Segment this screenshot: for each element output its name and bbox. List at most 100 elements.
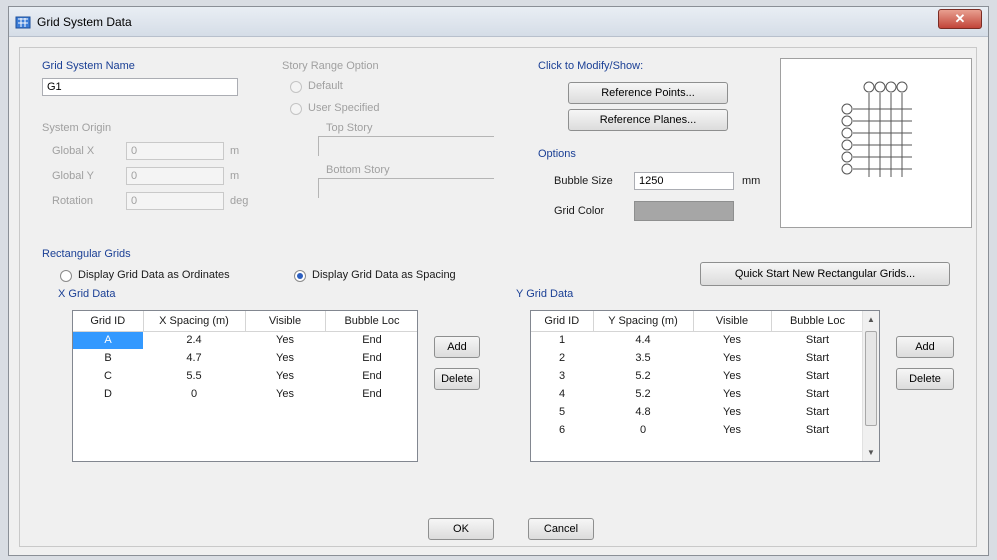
table-cell[interactable]: Yes — [245, 385, 325, 403]
table-cell[interactable]: D — [73, 385, 143, 403]
table-cell[interactable]: Yes — [693, 367, 771, 385]
table-cell[interactable]: Start — [771, 331, 864, 349]
table-cell[interactable]: Yes — [245, 367, 325, 385]
table-cell[interactable]: Start — [771, 367, 864, 385]
y-grid-add-button[interactable]: Add — [896, 336, 954, 358]
table-row[interactable]: 4 5.2 Yes Start — [531, 385, 864, 403]
table-cell[interactable]: End — [325, 349, 417, 367]
display-spacing-label: Display Grid Data as Spacing — [312, 269, 456, 281]
cancel-button[interactable]: Cancel — [528, 518, 594, 540]
table-cell[interactable]: 2 — [531, 349, 593, 367]
story-range-default-radio[interactable] — [290, 81, 302, 93]
table-cell[interactable]: Yes — [245, 331, 325, 349]
table-row[interactable]: 3 5.2 Yes Start — [531, 367, 864, 385]
table-row[interactable]: 2 3.5 Yes Start — [531, 349, 864, 367]
y-grid-table[interactable]: Grid ID Y Spacing (m) Visible Bubble Loc 14… — [530, 310, 880, 462]
table-cell[interactable]: Yes — [693, 349, 771, 367]
x-grid-delete-button[interactable]: Delete — [434, 368, 480, 390]
table-row[interactable]: 6 0 Yes Start — [531, 421, 864, 439]
table-cell[interactable]: End — [325, 331, 417, 349]
rotation-unit: deg — [230, 195, 249, 207]
table-cell[interactable]: 4 — [531, 385, 593, 403]
global-x-input[interactable] — [126, 142, 224, 160]
bubble-size-input[interactable] — [634, 172, 734, 190]
y-grid-scrollbar[interactable]: ▲ ▼ — [862, 311, 879, 461]
table-cell[interactable]: 5.2 — [593, 367, 693, 385]
table-cell[interactable]: Yes — [245, 349, 325, 367]
table-cell[interactable]: 2.4 — [143, 331, 245, 349]
table-cell[interactable]: 5 — [531, 403, 593, 421]
table-cell[interactable]: 6 — [531, 421, 593, 439]
table-cell[interactable]: Yes — [693, 385, 771, 403]
table-row[interactable]: 5 4.8 Yes Start — [531, 403, 864, 421]
table-cell[interactable]: 0 — [143, 385, 245, 403]
options-label: Options — [538, 148, 576, 160]
table-cell[interactable]: Start — [771, 385, 864, 403]
column-header[interactable]: Y Spacing (m) — [593, 311, 694, 332]
table-cell[interactable]: Start — [771, 349, 864, 367]
scroll-thumb[interactable] — [865, 331, 877, 426]
global-x-unit: m — [230, 145, 240, 157]
table-row[interactable]: C 5.5 Yes End — [73, 367, 417, 385]
column-header[interactable]: Bubble Loc — [325, 311, 417, 332]
table-cell[interactable]: End — [325, 385, 417, 403]
table-cell[interactable]: C — [73, 367, 143, 385]
table-row[interactable]: B 4.7 Yes End — [73, 349, 417, 367]
close-button[interactable]: ✕ — [938, 9, 982, 29]
table-cell[interactable]: Yes — [693, 403, 771, 421]
table-cell[interactable]: 4.8 — [593, 403, 693, 421]
x-grid-table[interactable]: Grid ID X Spacing (m) Visible Bubble Loc A2… — [72, 310, 418, 462]
table-row[interactable]: 1 4.4 Yes Start — [531, 331, 864, 349]
grid-preview-drawing — [841, 81, 912, 177]
scroll-down-arrow-icon[interactable]: ▼ — [863, 444, 879, 461]
global-y-unit: m — [230, 170, 240, 182]
column-header[interactable]: Visible — [245, 311, 326, 332]
close-icon: ✕ — [954, 11, 966, 26]
grid-system-name-input[interactable] — [42, 78, 238, 96]
grid-color-swatch[interactable] — [634, 201, 734, 221]
table-cell[interactable]: B — [73, 349, 143, 367]
column-header[interactable]: X Spacing (m) — [143, 311, 246, 332]
quick-start-grids-button[interactable]: Quick Start New Rectangular Grids... — [700, 262, 950, 286]
table-cell[interactable]: End — [325, 367, 417, 385]
global-y-input[interactable] — [126, 167, 224, 185]
bottom-story-select[interactable] — [318, 178, 494, 179]
table-row[interactable]: A 2.4 Yes End — [73, 331, 417, 349]
column-header[interactable]: Bubble Loc — [771, 311, 865, 332]
table-cell[interactable]: Yes — [693, 331, 771, 349]
story-range-option-label: Story Range Option — [282, 60, 379, 72]
story-range-user-specified-radio[interactable] — [290, 103, 302, 115]
scroll-up-arrow-icon[interactable]: ▲ — [863, 311, 879, 328]
y-grid-delete-button[interactable]: Delete — [896, 368, 954, 390]
table-cell[interactable]: 3.5 — [593, 349, 693, 367]
table-cell[interactable]: A — [73, 331, 143, 349]
table-cell[interactable]: 0 — [593, 421, 693, 439]
table-cell[interactable]: Start — [771, 403, 864, 421]
reference-planes-button[interactable]: Reference Planes... — [568, 109, 728, 131]
table-cell[interactable]: 5.5 — [143, 367, 245, 385]
grid-system-name-label: Grid System Name — [42, 60, 135, 72]
display-spacing-radio[interactable] — [294, 270, 306, 282]
column-header[interactable]: Grid ID — [73, 311, 144, 332]
table-cell[interactable]: 5.2 — [593, 385, 693, 403]
table-cell[interactable]: Start — [771, 421, 864, 439]
table-cell[interactable]: 1 — [531, 331, 593, 349]
column-header[interactable]: Grid ID — [531, 311, 594, 332]
table-cell[interactable]: 3 — [531, 367, 593, 385]
display-ordinates-label: Display Grid Data as Ordinates — [78, 269, 230, 281]
table-cell[interactable]: Yes — [693, 421, 771, 439]
reference-points-button[interactable]: Reference Points... — [568, 82, 728, 104]
story-range-default-label: Default — [308, 80, 343, 92]
grid-bubble-y — [841, 127, 853, 139]
grid-color-label: Grid Color — [554, 205, 605, 217]
display-ordinates-radio[interactable] — [60, 270, 72, 282]
rotation-input[interactable] — [126, 192, 224, 210]
table-cell[interactable]: 4.7 — [143, 349, 245, 367]
ok-button[interactable]: OK — [428, 518, 494, 540]
table-row[interactable]: D 0 Yes End — [73, 385, 417, 403]
table-cell[interactable]: 4.4 — [593, 331, 693, 349]
top-story-select[interactable] — [318, 136, 494, 137]
column-header[interactable]: Visible — [693, 311, 772, 332]
window-title: Grid System Data — [37, 15, 132, 29]
x-grid-add-button[interactable]: Add — [434, 336, 480, 358]
